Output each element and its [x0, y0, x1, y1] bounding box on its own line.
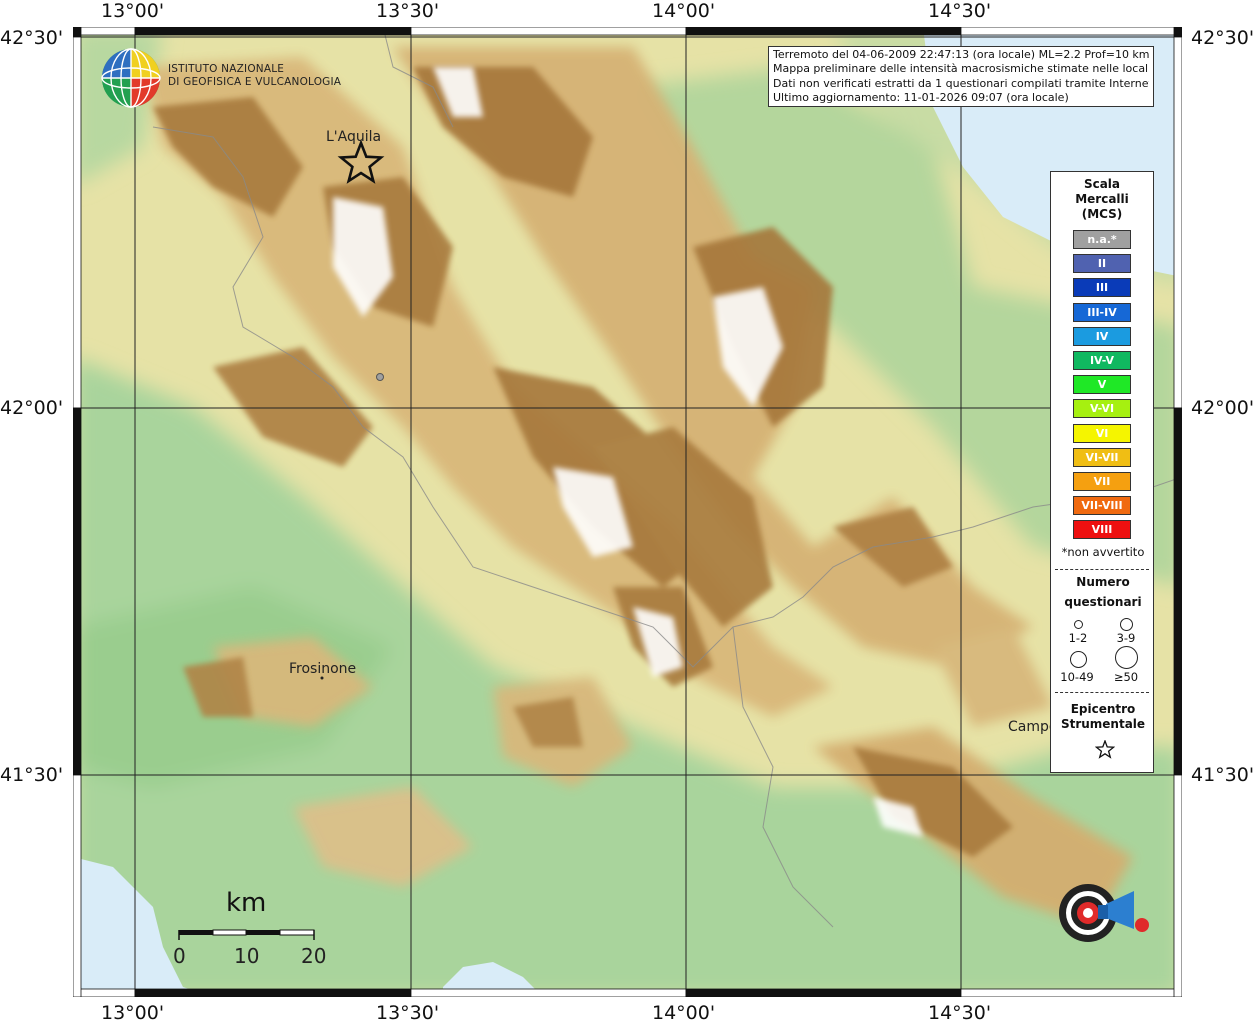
- legend-item-v-vi: V-VI: [1073, 399, 1131, 419]
- frame-bar-horizontal: [685, 27, 962, 36]
- map-canvas[interactable]: [73, 27, 1182, 997]
- lat-label-right-2: 42°00': [1191, 397, 1255, 419]
- frame-bar-vertical: [1173, 774, 1182, 997]
- legend-title-line-2: Mercalli: [1075, 192, 1129, 206]
- star-icon: [1095, 740, 1115, 759]
- lon-label-top-4: 14°30': [928, 0, 992, 22]
- frame-bar-horizontal: [410, 27, 687, 36]
- legend-item-iii: III: [1073, 278, 1131, 298]
- questionnaire-marker: [376, 373, 384, 381]
- frame-bar-horizontal: [960, 988, 1182, 997]
- frame-bar-vertical: [73, 407, 82, 776]
- legend-questionnaires-title: Numero questionari: [1051, 575, 1155, 610]
- info-line-1: Terremoto del 04-06-2009 22:47:13 (ora l…: [773, 48, 1149, 61]
- legend-epi-line-1: Epicentro: [1070, 702, 1136, 716]
- city-label-laquila: L'Aquila: [326, 129, 382, 145]
- legend-item-iv-v: IV-V: [1073, 351, 1131, 370]
- circle-10-49-icon: [1070, 651, 1087, 668]
- frame-bar-horizontal: [134, 27, 412, 36]
- frame-bar-horizontal: [410, 988, 687, 997]
- legend-item-na: n.a.*: [1073, 230, 1131, 249]
- frame-bar-vertical: [1173, 27, 1182, 38]
- frame-bar-horizontal: [960, 27, 1182, 36]
- legend-item-iv: IV: [1073, 326, 1131, 346]
- legend-title-line-3: (MCS): [1081, 207, 1123, 221]
- lat-label-left-3: 41°30': [0, 764, 64, 786]
- legend-separator-2: [1055, 692, 1149, 693]
- circle-50-icon: [1115, 646, 1138, 669]
- lon-label-bottom-3: 14°00': [652, 1002, 716, 1024]
- legend-epicenter-title: Epicentro Strumentale: [1051, 702, 1155, 732]
- lon-label-top-2: 13°30': [376, 0, 440, 22]
- frame-bar-horizontal: [134, 988, 412, 997]
- mcs-legend: Scala Mercalli (MCS) n.a.* II III III-IV IV I…: [1050, 171, 1154, 773]
- legend-title-line-1: Scala: [1083, 177, 1121, 191]
- frame-bar-vertical: [1173, 407, 1182, 776]
- legend-item-vi: VI: [1073, 423, 1131, 443]
- institute-name: ISTITUTO NAZIONALE DI GEOFISICA E VULCAN…: [168, 63, 341, 89]
- lon-label-bottom-1: 13°00': [101, 1002, 165, 1024]
- legend-q-line-1: Numero: [1076, 575, 1130, 589]
- lat-label-right-3: 41°30': [1191, 764, 1255, 786]
- legend-item-vi-vii: VI-VII: [1073, 447, 1131, 467]
- legend-item-vii-viii: VII-VIII: [1073, 496, 1131, 516]
- legend-epi-line-2: Strumentale: [1060, 717, 1146, 731]
- lon-label-bottom-4: 14°30': [928, 1002, 992, 1024]
- scale-unit-label: km: [226, 888, 267, 918]
- lon-label-top-1: 13°00': [101, 0, 165, 22]
- scale-tick-0: 0: [173, 944, 186, 968]
- ingv-logo-icon: [101, 48, 161, 108]
- q-label-3-9: 3-9: [1116, 631, 1136, 645]
- circle-3-9-icon: [1120, 618, 1133, 631]
- info-line-3: Dati non verificati estratti da 1 questi…: [773, 76, 1149, 90]
- frame-bar-horizontal: [73, 988, 136, 997]
- legend-separator-1: [1055, 569, 1149, 570]
- legend-note: *non avvertito: [1061, 545, 1145, 559]
- frame-bar-horizontal: [685, 988, 962, 997]
- info-line-4: Ultimo aggiornamento: 11-01-2026 09:07 (…: [773, 91, 1069, 105]
- earthquake-info-box: Terremoto del 04-06-2009 22:47:13 (ora l…: [768, 46, 1154, 107]
- legend-item-iii-iv: III-IV: [1073, 302, 1131, 322]
- frame-bar-vertical: [73, 27, 82, 38]
- q-label-50: ≥50: [1113, 670, 1139, 684]
- lon-label-bottom-2: 13°30': [376, 1002, 440, 1024]
- legend-item-vii: VII: [1073, 472, 1131, 491]
- map-frame[interactable]: [73, 27, 1182, 997]
- lat-label-left-1: 42°30': [0, 27, 64, 49]
- legend-item-ii: II: [1073, 254, 1131, 274]
- q-label-1-2: 1-2: [1068, 631, 1088, 645]
- lat-label-right-1: 42°30': [1191, 27, 1255, 49]
- circle-1-2-icon: [1074, 620, 1083, 629]
- lon-label-top-3: 14°00': [652, 0, 716, 22]
- legend-item-viii: VIII: [1073, 520, 1131, 540]
- frame-bar-horizontal: [73, 27, 136, 36]
- q-label-10-49: 10-49: [1060, 670, 1094, 684]
- legend-q-line-2: questionari: [1064, 595, 1142, 609]
- frame-bar-vertical: [73, 36, 82, 409]
- city-label-frosinone: Frosinone: [289, 661, 357, 677]
- lat-label-left-2: 42°00': [0, 397, 64, 419]
- info-line-2: Mappa preliminare delle intensità macros…: [773, 62, 1149, 76]
- institute-line-2: DI GEOFISICA E VULCANOLOGIA: [168, 76, 342, 88]
- institute-line-1: ISTITUTO NAZIONALE: [168, 63, 285, 75]
- frame-bar-vertical: [73, 774, 82, 997]
- legend-item-v: V: [1073, 375, 1131, 395]
- scale-tick-20: 20: [301, 944, 327, 968]
- scale-tick-10: 10: [234, 944, 260, 968]
- frame-bar-vertical: [1173, 36, 1182, 409]
- legend-title: Scala Mercalli (MCS): [1051, 177, 1153, 222]
